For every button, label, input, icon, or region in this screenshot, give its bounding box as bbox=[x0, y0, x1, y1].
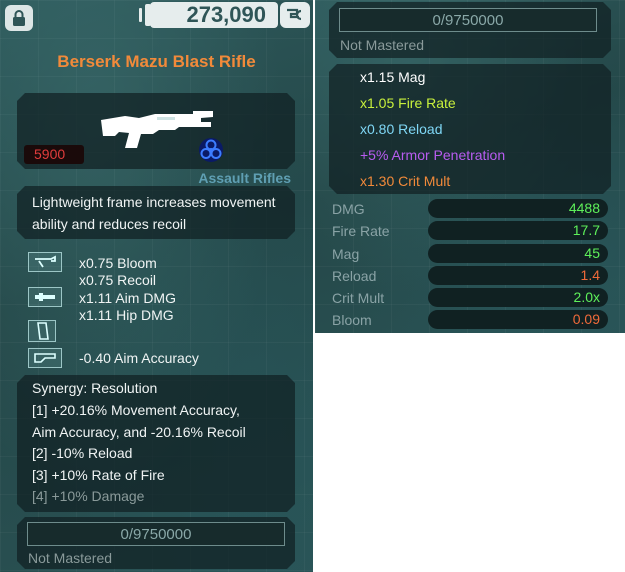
lock-button[interactable] bbox=[5, 5, 33, 31]
mod-effect: x1.11 Aim DMG bbox=[79, 290, 176, 306]
mod-effect: x1.11 Hip DMG bbox=[79, 307, 174, 323]
mod-effect: -0.40 Aim Accuracy bbox=[79, 350, 199, 366]
mod-effect: x0.75 Recoil bbox=[79, 272, 157, 288]
rolled-mod: x0.80 Reload bbox=[360, 121, 443, 137]
stat-value-fire-rate: 17.7 bbox=[428, 221, 608, 240]
stat-label-mag: Mag bbox=[332, 246, 360, 262]
mastery-progress-bar: 0/9750000 bbox=[27, 522, 285, 546]
stat-value-dmg: 4488 bbox=[428, 199, 608, 218]
stat-label-fire-rate: Fire Rate bbox=[332, 223, 390, 239]
stat-value-bloom: 0.09 bbox=[428, 310, 608, 329]
stock-attachment-icon[interactable] bbox=[28, 348, 62, 368]
mod-effect: x0.75 Bloom bbox=[79, 255, 157, 271]
stat-value-crit-mult: 2.0x bbox=[428, 288, 608, 307]
synergy-line: [1] +20.16% Movement Accuracy, bbox=[32, 402, 240, 418]
rolled-mod: +5% Armor Penetration bbox=[360, 147, 506, 163]
item-description: Lightweight frame increases movement abi… bbox=[32, 194, 276, 232]
synergy-line-locked: [4] +10% Damage bbox=[32, 488, 145, 504]
barrel-attachment-icon[interactable] bbox=[28, 287, 62, 307]
mastery-progress-bar: 0/9750000 bbox=[339, 8, 597, 32]
stat-value-mag: 45 bbox=[428, 244, 608, 263]
stat-label-bloom: Bloom bbox=[332, 312, 372, 328]
stat-label-dmg: DMG bbox=[332, 201, 365, 217]
scope-attachment-icon[interactable] bbox=[28, 252, 62, 272]
rolled-mod: x1.05 Fire Rate bbox=[360, 95, 456, 111]
mastery-status: Not Mastered bbox=[340, 37, 425, 53]
mastery-status: Not Mastered bbox=[28, 550, 113, 566]
rolled-mod: x1.15 Mag bbox=[360, 69, 426, 85]
item-detail-panel: 273,090 Berserk Mazu Blast Rifle 5900 As… bbox=[0, 0, 313, 572]
biohazard-icon bbox=[199, 138, 223, 162]
rolled-mod: x1.30 Crit Mult bbox=[360, 173, 451, 189]
magazine-attachment-icon[interactable] bbox=[28, 320, 56, 342]
item-stats-panel: 0/9750000 Not Mastered x1.15 Mag x1.05 F… bbox=[315, 0, 625, 333]
stat-value-reload: 1.4 bbox=[428, 266, 608, 285]
stat-label-reload: Reload bbox=[332, 268, 377, 284]
synergy-line: [2] -10% Reload bbox=[32, 445, 133, 461]
item-name: Berserk Mazu Blast Rifle bbox=[57, 52, 256, 71]
synergy-line: [3] +10% Rate of Fire bbox=[32, 467, 165, 483]
weapon-category: Assault Rifles bbox=[198, 170, 291, 186]
credits-icon bbox=[280, 2, 310, 28]
stat-label-crit-mult: Crit Mult bbox=[332, 290, 385, 306]
lock-icon bbox=[13, 10, 25, 26]
power-badge: 5900 bbox=[24, 145, 84, 164]
synergy-title: Synergy: Resolution bbox=[32, 380, 158, 396]
currency-amount: 273,090 bbox=[150, 2, 278, 28]
synergy-line: Aim Accuracy, and -20.16% Recoil bbox=[32, 424, 246, 440]
currency-decoration bbox=[139, 8, 142, 22]
